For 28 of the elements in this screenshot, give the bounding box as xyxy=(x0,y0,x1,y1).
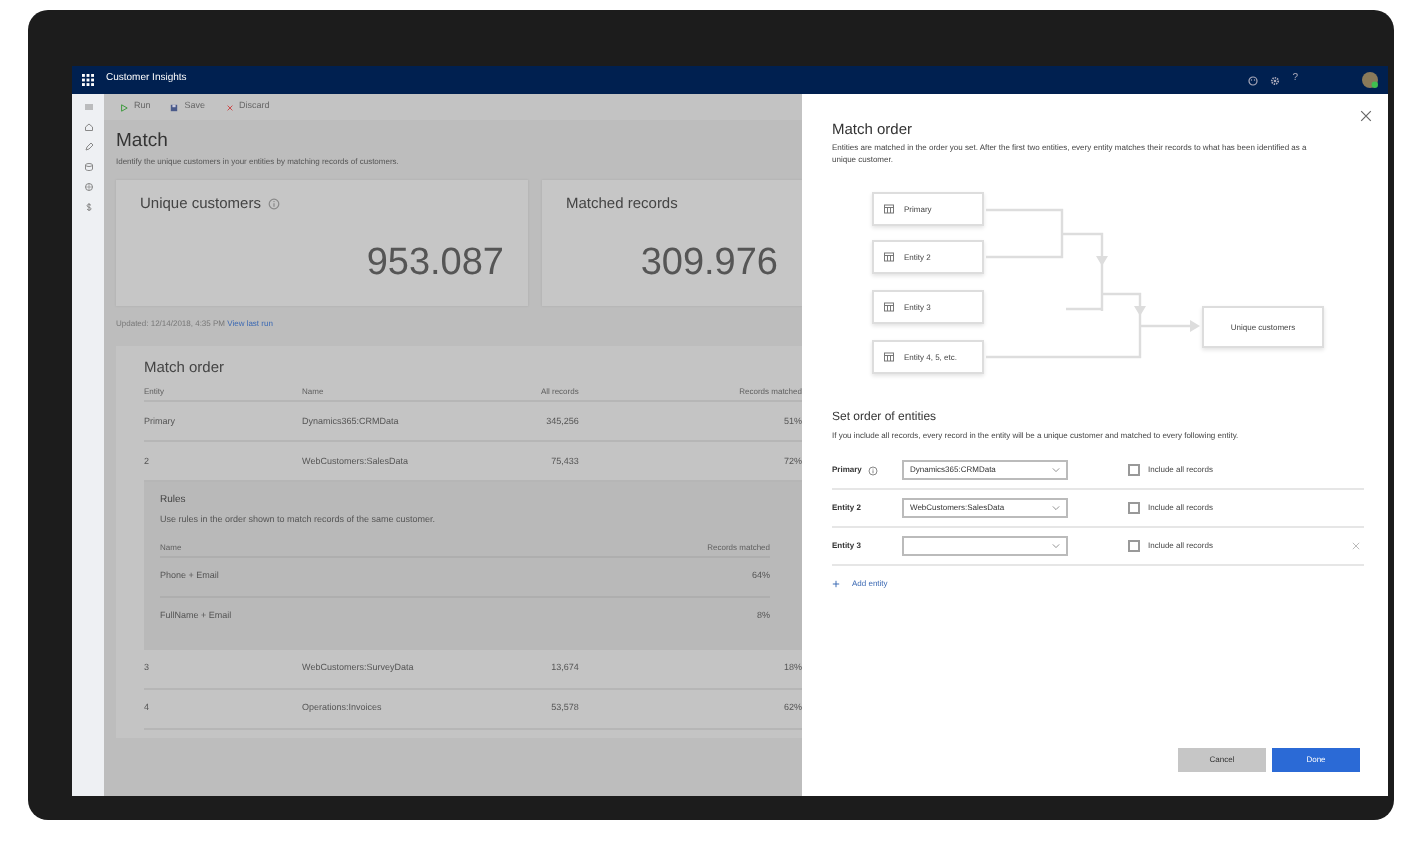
play-icon xyxy=(120,103,128,111)
save-icon xyxy=(170,103,179,111)
plus-icon xyxy=(832,580,840,589)
stat-value: 953.087 xyxy=(364,239,504,288)
database-icon[interactable] xyxy=(83,162,93,172)
settings-icon[interactable] xyxy=(1270,75,1281,85)
info-icon[interactable] xyxy=(867,465,878,476)
close-icon xyxy=(225,103,234,111)
checkbox[interactable] xyxy=(1128,464,1140,477)
entity-dropdown[interactable] xyxy=(902,536,1068,557)
app-launcher-icon[interactable] xyxy=(82,74,94,86)
checkbox[interactable] xyxy=(1128,540,1140,553)
table-icon xyxy=(884,352,894,363)
info-icon[interactable] xyxy=(268,198,281,211)
smiley-icon[interactable] xyxy=(1248,75,1259,85)
close-icon[interactable] xyxy=(1360,110,1372,122)
avatar-icon[interactable] xyxy=(1362,72,1378,88)
table-icon xyxy=(884,302,894,313)
stat-value: 309.976 xyxy=(638,239,778,288)
page-title: Match xyxy=(116,132,170,153)
globe-icon[interactable] xyxy=(83,182,93,192)
checkbox[interactable] xyxy=(1128,502,1140,515)
home-icon[interactable] xyxy=(83,122,93,132)
dollar-icon[interactable] xyxy=(83,202,93,212)
remove-icon[interactable] xyxy=(1352,542,1360,551)
table-icon xyxy=(884,252,894,263)
table-icon xyxy=(884,204,894,215)
pencil-icon[interactable] xyxy=(83,142,93,152)
